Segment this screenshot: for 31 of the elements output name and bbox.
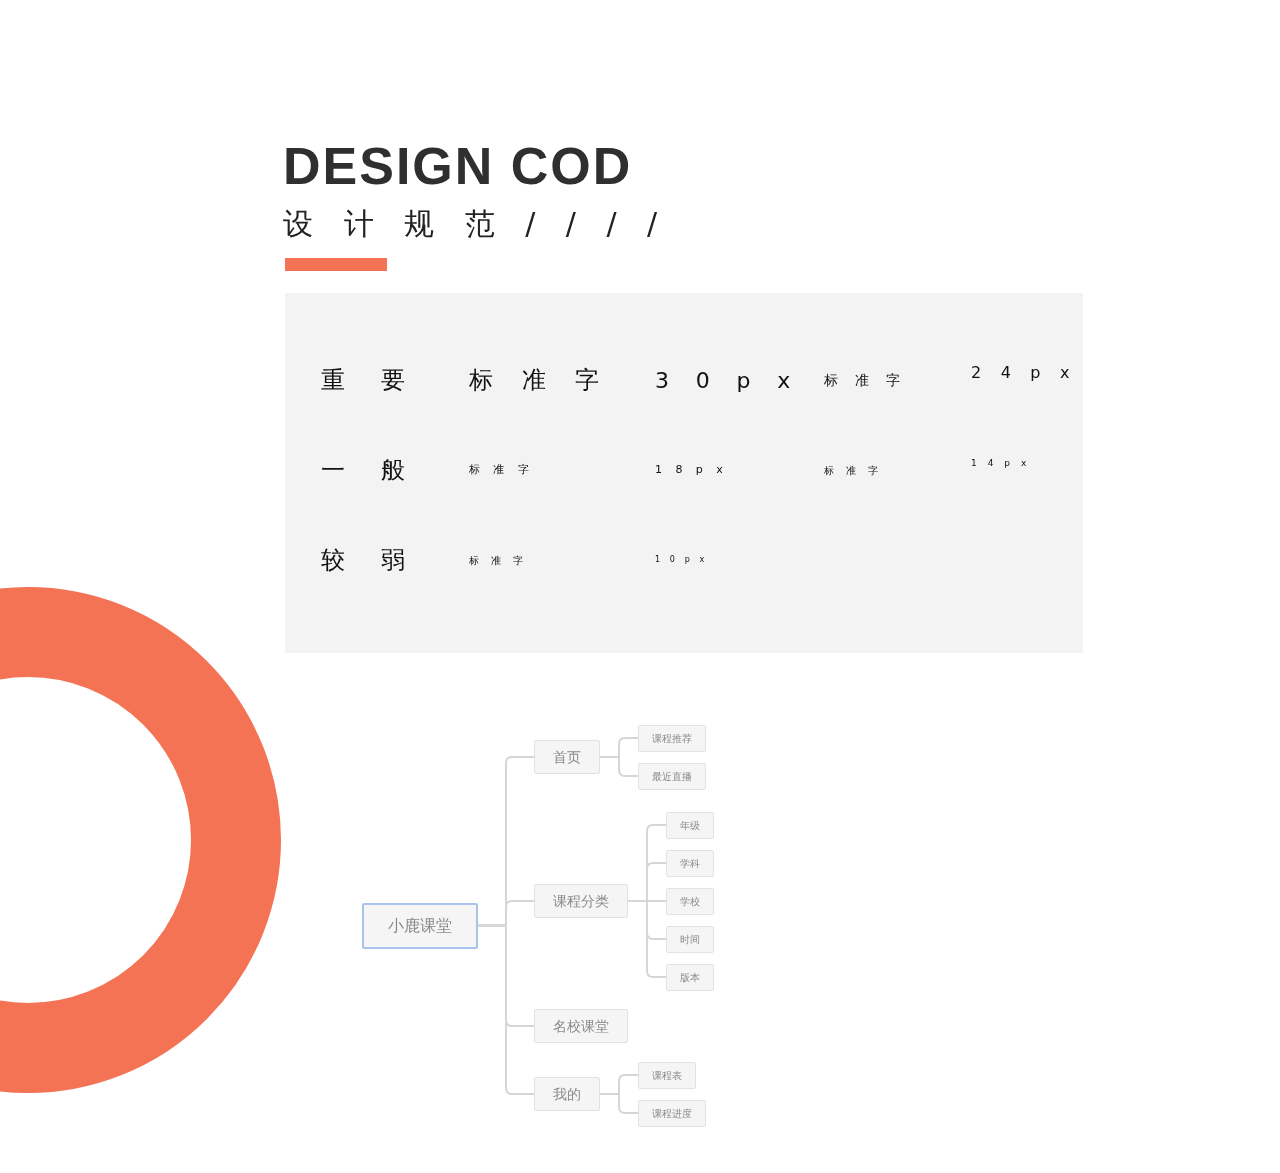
level-label: 较 弱 <box>321 545 421 576</box>
sample-text: 标 准 字 <box>469 365 612 396</box>
mind-map-node: 课程进度 <box>638 1099 706 1127</box>
connector-line <box>599 1093 639 1114</box>
sample-text: 标 准 字 <box>469 553 529 568</box>
size-label: 1 8 p x <box>655 461 729 478</box>
level-label: 重 要 <box>321 365 421 396</box>
mind-map-node: 学科 <box>666 849 714 877</box>
connector-line <box>599 756 639 777</box>
mind-map-node: 时间 <box>666 925 714 953</box>
size-label: 2 4 p x <box>971 362 1078 384</box>
sample-text: 标 准 字 <box>824 370 908 390</box>
mind-map-node: 我的 <box>534 1077 600 1111</box>
mind-map-node: 学校 <box>666 887 714 915</box>
sample-text: 标 准 字 <box>469 461 535 478</box>
mind-map-node: 名校课堂 <box>534 1009 628 1043</box>
level-label: 一 般 <box>321 455 421 486</box>
page-title: DESIGN COD <box>283 140 634 192</box>
mind-map-node: 课程推荐 <box>638 724 706 752</box>
mind-map-node: 首页 <box>534 740 600 774</box>
page-subtitle: 设 计 规 范 / / / / <box>283 206 669 242</box>
size-label: 1 0 p x <box>655 554 709 566</box>
size-label: 3 0 p x <box>655 366 802 395</box>
mind-map-node: 版本 <box>666 963 714 991</box>
size-label: 1 4 p x <box>971 457 1032 470</box>
mind-map-node: 小鹿课堂 <box>362 902 478 949</box>
mind-map-node: 课程表 <box>638 1061 696 1089</box>
sample-text: 标 准 字 <box>824 463 884 478</box>
mind-map-node: 课程分类 <box>534 884 628 918</box>
mind-map-node: 年级 <box>666 811 714 839</box>
mind-map-node: 最近直播 <box>638 762 706 790</box>
